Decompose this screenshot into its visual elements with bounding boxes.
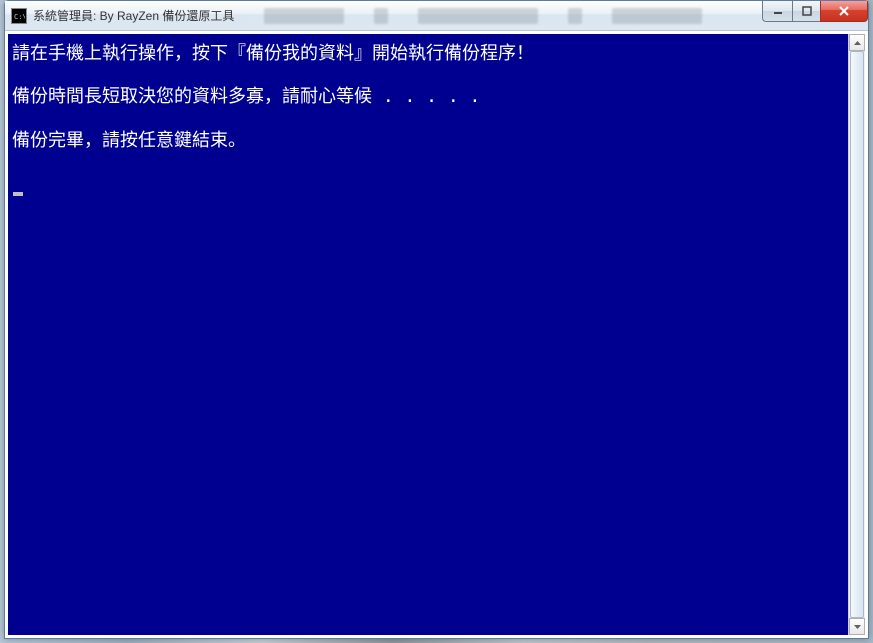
maximize-icon (802, 6, 812, 16)
console-line: 請在手機上執行操作，按下『備份我的資料』開始執行備份程序！ (12, 42, 844, 65)
window-controls (762, 1, 868, 22)
scroll-track[interactable] (849, 51, 865, 618)
console-line: 備份完畢，請按任意鍵結束。 (12, 129, 844, 152)
console-output: 請在手機上執行操作，按下『備份我的資料』開始執行備份程序！ 備份時間長短取決您的… (8, 34, 848, 635)
chevron-up-icon (854, 41, 861, 45)
chevron-down-icon (854, 625, 861, 629)
cursor (13, 192, 23, 196)
maximize-button[interactable] (792, 1, 820, 22)
svg-text:C:\: C:\ (14, 13, 25, 21)
vertical-scrollbar[interactable] (848, 34, 865, 635)
window-title: 系統管理員: By RayZen 備份還原工具 (33, 7, 234, 24)
desktop-background: C:\ 系統管理員: By RayZen 備份還原工具 (0, 0, 873, 643)
console-window: C:\ 系統管理員: By RayZen 備份還原工具 (4, 0, 869, 639)
minimize-button[interactable] (762, 1, 792, 22)
scroll-thumb[interactable] (850, 51, 864, 618)
minimize-icon (773, 6, 783, 16)
titlebar[interactable]: C:\ 系統管理員: By RayZen 備份還原工具 (5, 1, 868, 31)
console-line: 備份時間長短取決您的資料多寡，請耐心等候 . . . . . (12, 85, 844, 108)
scroll-up-button[interactable] (849, 34, 865, 51)
scroll-down-button[interactable] (849, 618, 865, 635)
close-icon (838, 5, 850, 17)
client-area: 請在手機上執行操作，按下『備份我的資料』開始執行備份程序！ 備份時間長短取決您的… (5, 31, 868, 638)
close-button[interactable] (820, 1, 868, 22)
cmd-icon: C:\ (11, 8, 27, 24)
